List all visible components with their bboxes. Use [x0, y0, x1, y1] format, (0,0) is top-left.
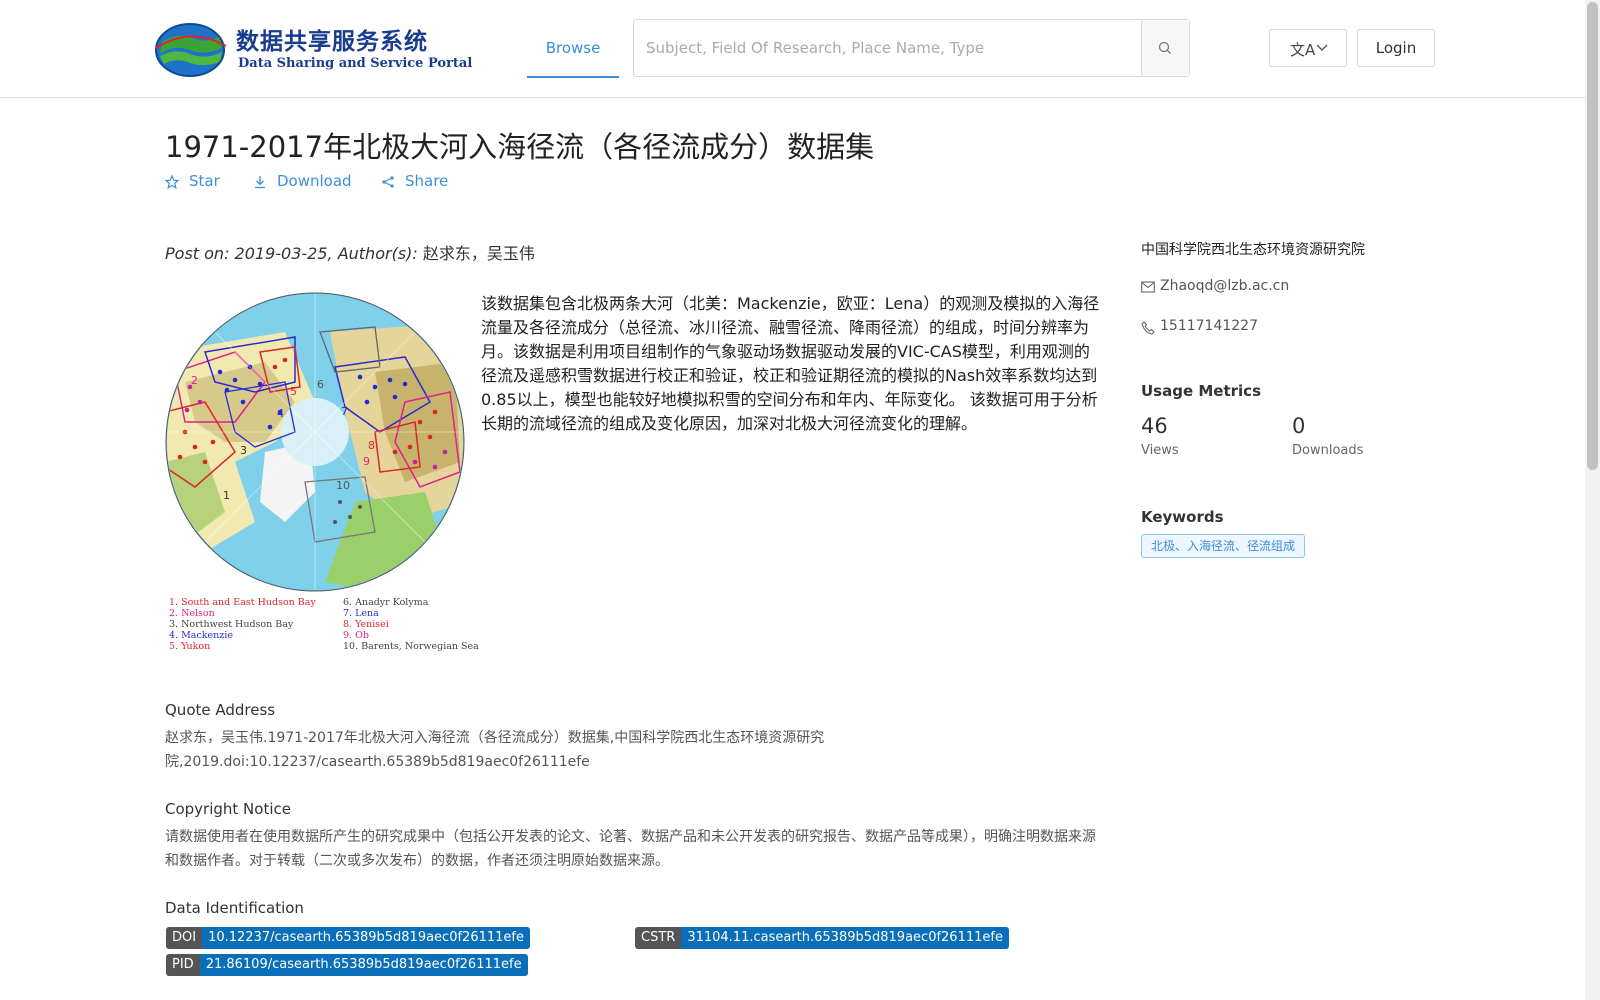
basin-label: 7	[341, 405, 348, 418]
usage-metrics-heading: Usage Metrics	[1141, 382, 1261, 400]
downloads-label: Downloads	[1292, 443, 1364, 458]
doi-key: DOI	[166, 927, 203, 949]
basin-label: 8	[368, 439, 375, 452]
post-meta: Post on: 2019-03-25, Author(s): 赵求东，吴玉伟	[165, 240, 535, 264]
top-navigation-bar: 数据共享服务系统 Data Sharing and Service Portal…	[0, 0, 1585, 98]
cstr-value[interactable]: 31104.11.casearth.65389b5d819aec0f26111e…	[681, 927, 1009, 949]
cstr-badge[interactable]: CSTR 31104.11.casearth.65389b5d819aec0f26…	[635, 927, 1009, 949]
basin-label: 4	[277, 407, 284, 420]
legend-item: 7. Lena	[343, 608, 379, 619]
language-switch-button[interactable]: 文A	[1269, 29, 1347, 67]
pid-value[interactable]: 21.86109/casearth.65389b5d819aec0f26111e…	[199, 954, 528, 976]
basin-label: 9	[363, 455, 370, 468]
copyright-heading: Copyright Notice	[165, 800, 291, 818]
legend-item: 4. Mackenzie	[169, 630, 233, 641]
legend-item: 9. Ob	[343, 630, 369, 641]
legend-item: 10. Barents, Norwegian Sea	[343, 641, 479, 652]
download-icon	[255, 176, 265, 189]
legend-item: 3. Northwest Hudson Bay	[169, 619, 294, 630]
keyword-tag[interactable]: 北极、入海径流、径流组成	[1141, 534, 1306, 558]
pid-badge[interactable]: PID 21.86109/casearth.65389b5d819aec0f261…	[166, 954, 528, 976]
dataset-figure[interactable]: 1 2 3 4 5 6 7 8 9 10 1. South and East H…	[165, 292, 479, 660]
portal-logo[interactable]: 数据共享服务系统 Data Sharing and Service Portal	[152, 18, 472, 80]
translate-icon: 文A	[1290, 41, 1316, 59]
doi-value[interactable]: 10.12237/casearth.65389b5d819aec0f26111e…	[202, 927, 530, 949]
nav-browse-tab[interactable]: Browse	[527, 0, 619, 78]
figure-legend: 1. South and East Hudson Bay 2. Nelson 3…	[165, 597, 479, 657]
chevron-down-icon	[1316, 44, 1328, 51]
legend-item: 6. Anadyr Kolyma	[343, 597, 429, 608]
logo-chinese-text: 数据共享服务系统	[236, 29, 428, 55]
globe-logo-icon	[155, 23, 227, 77]
scrollbar-thumb[interactable]	[1587, 2, 1598, 470]
login-button[interactable]: Login	[1357, 29, 1435, 67]
logo-english-text: Data Sharing and Service Portal	[238, 56, 473, 71]
basin-label: 5	[290, 385, 297, 398]
search-box	[633, 19, 1190, 77]
page-scrollbar[interactable]	[1585, 0, 1600, 1000]
quote-address-heading: Quote Address	[165, 701, 276, 719]
views-label: Views	[1141, 443, 1179, 458]
authors[interactable]: 赵求东，吴玉伟	[423, 244, 535, 263]
quote-address-text: 赵求东，吴玉伟.1971-2017年北极大河入海径流（各径流成分）数据集,中国科…	[165, 730, 825, 770]
data-identification-heading: Data Identification	[165, 899, 304, 917]
legend-item: 1. South and East Hudson Bay	[169, 597, 316, 608]
legend-item: 8. Yenisei	[343, 619, 389, 630]
basin-label: 1	[223, 489, 230, 502]
star-icon	[165, 175, 179, 189]
search-input[interactable]	[634, 20, 1144, 76]
phone-icon	[1141, 321, 1155, 335]
doi-badge[interactable]: DOI 10.12237/casearth.65389b5d819aec0f261…	[166, 927, 530, 949]
search-button[interactable]	[1141, 20, 1189, 76]
star-label: Star	[189, 172, 220, 190]
phone-text: 15117141227	[1160, 318, 1258, 334]
pid-key: PID	[166, 954, 200, 976]
email-text: Zhaoqd@lzb.ac.cn	[1160, 278, 1290, 294]
legend-item: 2. Nelson	[169, 608, 215, 619]
share-label: Share	[405, 172, 449, 190]
basin-label: 3	[240, 444, 247, 457]
legend-item: 5. Yukon	[169, 641, 211, 652]
download-label: Download	[277, 172, 352, 190]
views-count: 46	[1141, 414, 1168, 438]
arctic-basin-map: 1 2 3 4 5 6 7 8 9 10	[165, 292, 465, 592]
downloads-count: 0	[1292, 414, 1306, 438]
copyright-text: 请数据使用者在使用数据所产生的研究成果中（包括公开发表的论文、论著、数据产品和未…	[165, 829, 1096, 869]
dataset-title: 1971-2017年北极大河入海径流（各径流成分）数据集	[165, 130, 875, 164]
organization-name: 中国科学院西北生态环境资源研究院	[1141, 242, 1365, 258]
basin-label: 6	[317, 378, 324, 391]
mail-icon	[1141, 281, 1155, 293]
search-icon	[1158, 41, 1171, 54]
basin-label: 2	[191, 374, 198, 387]
cstr-key: CSTR	[635, 927, 682, 949]
keywords-heading: Keywords	[1141, 508, 1224, 526]
post-date-label: Post on: 2019-03-25, Author(s):	[165, 244, 423, 263]
dataset-description: 该数据集包含北极两条大河（北美：Mackenzie，欧亚：Lena）的观测及模拟…	[481, 294, 1100, 433]
basin-label: 10	[336, 479, 350, 492]
share-icon	[382, 176, 394, 188]
